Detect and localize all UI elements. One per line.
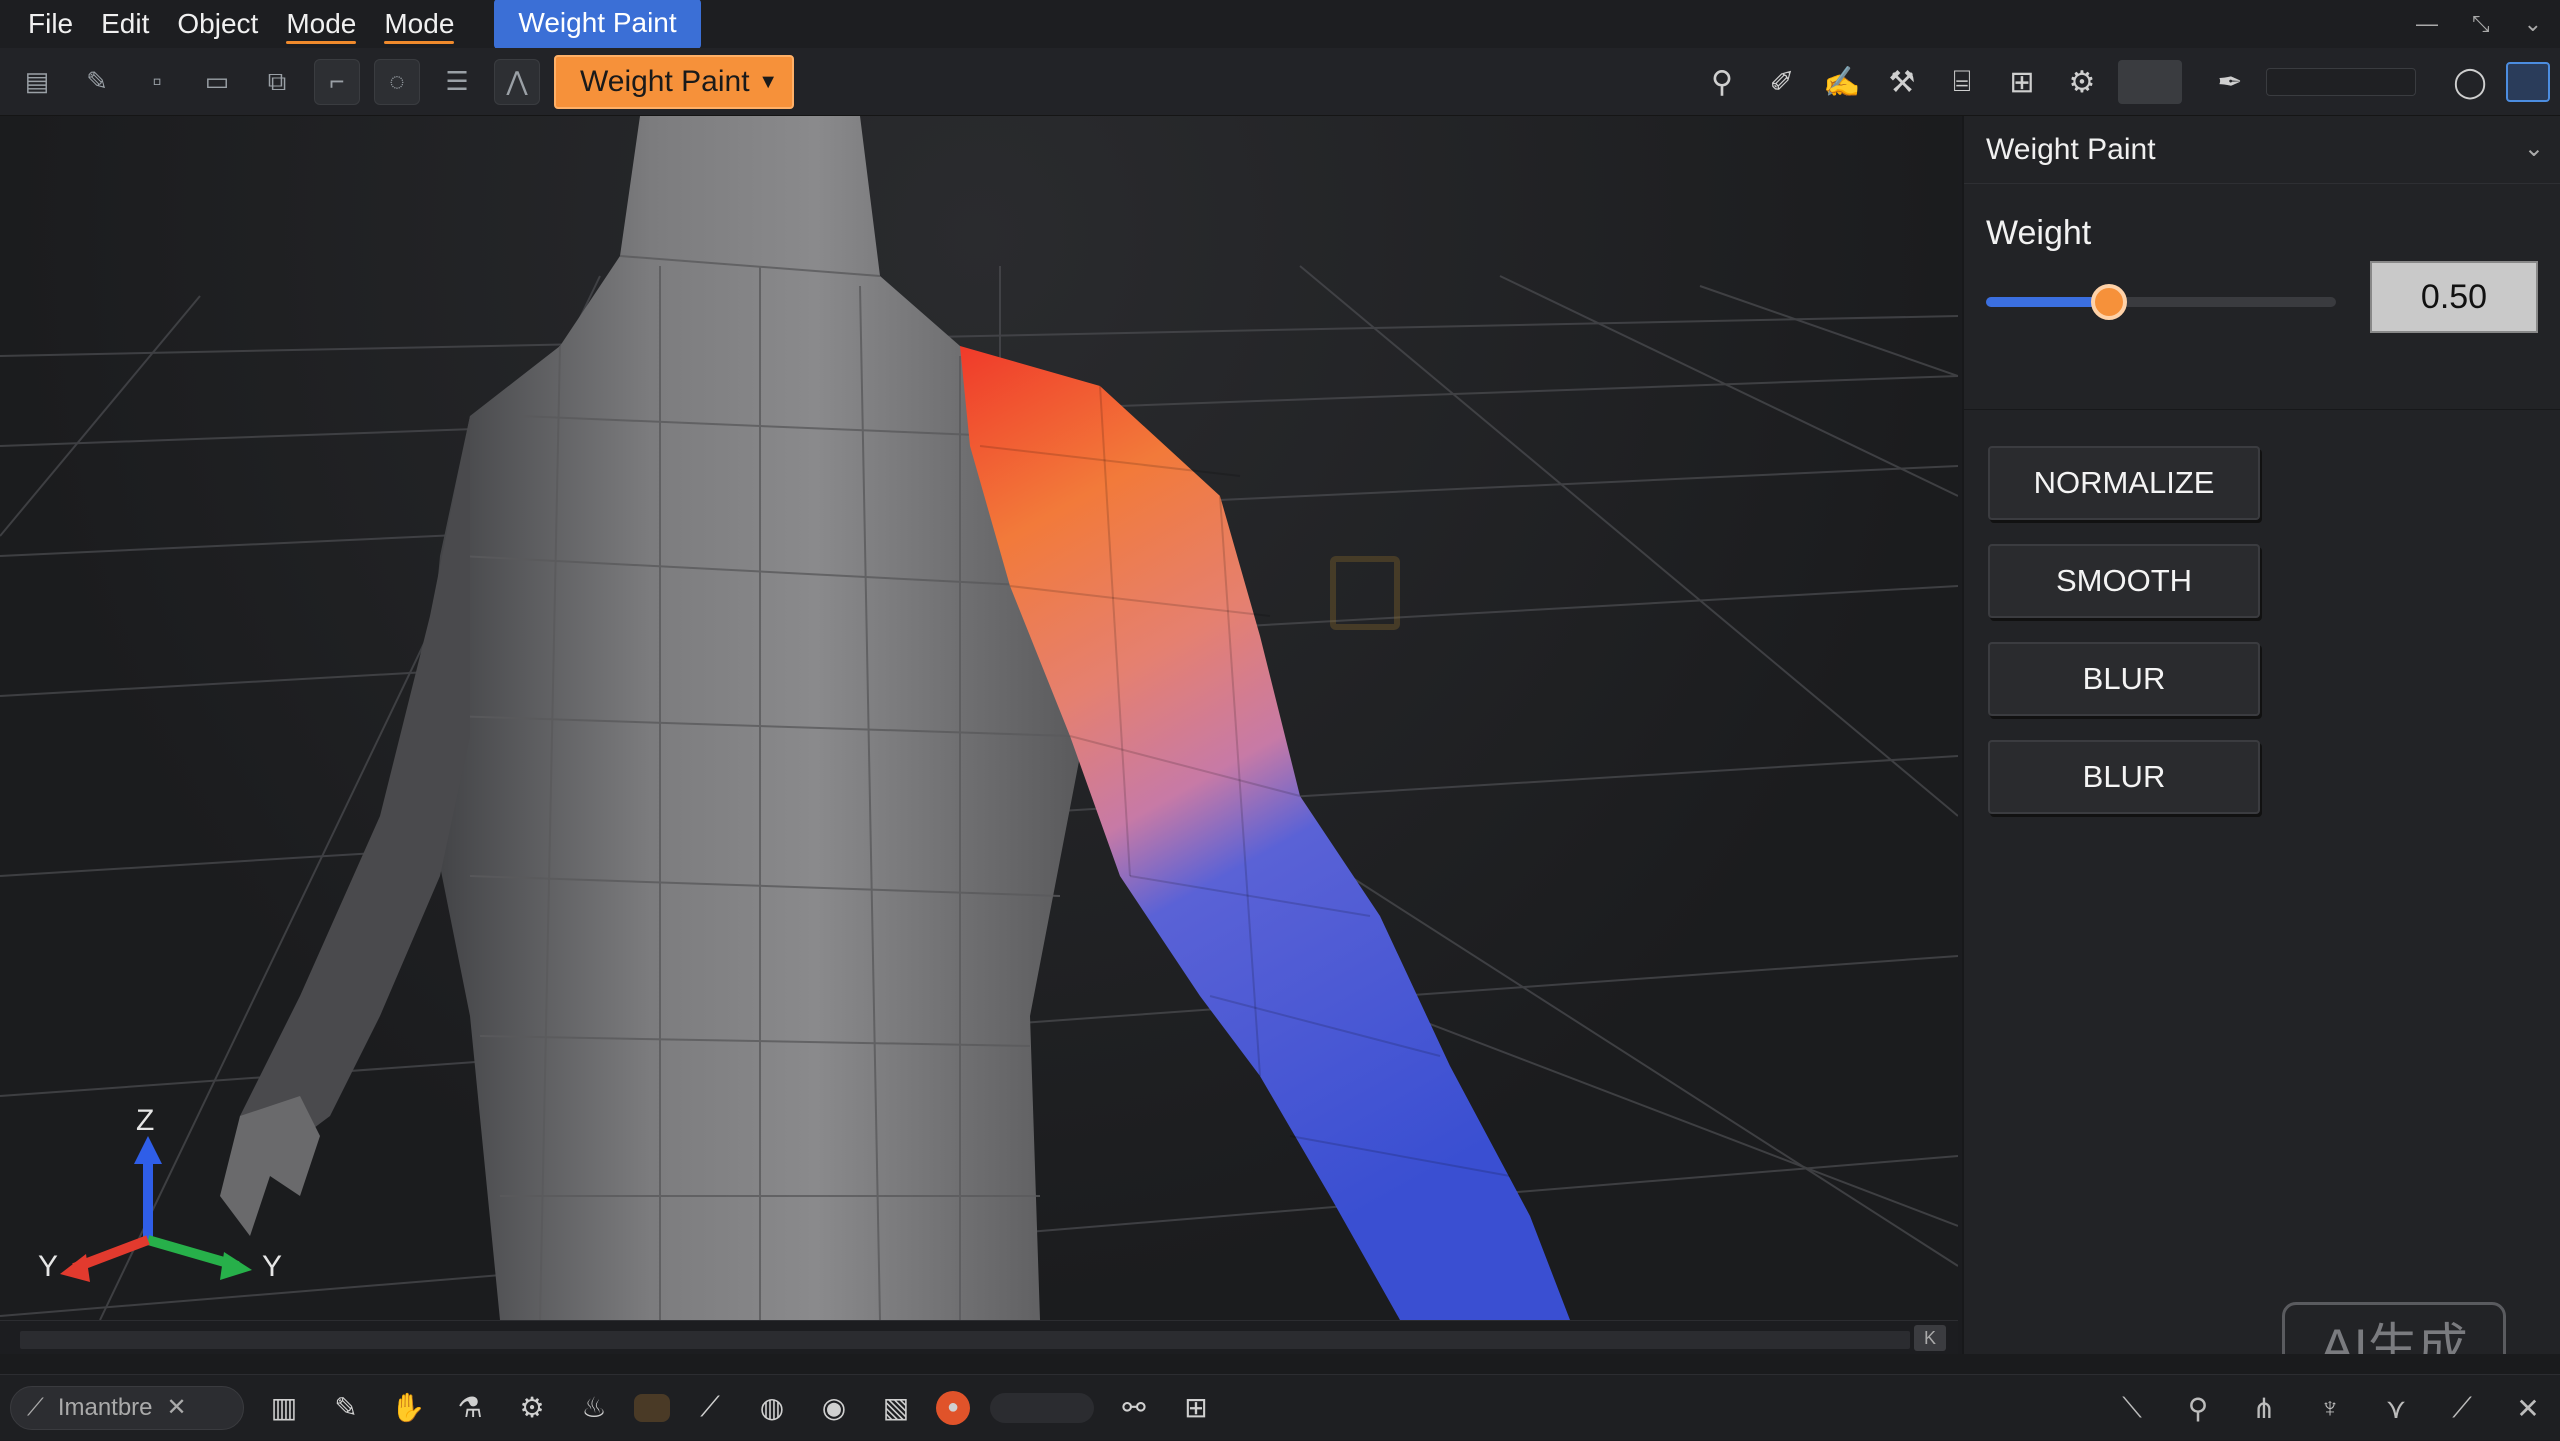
menu-mode-secondary[interactable]: Mode	[370, 0, 468, 48]
status-bar	[0, 1354, 2560, 1374]
cylinder-icon[interactable]: ⌸	[1938, 58, 1986, 106]
line-icon[interactable]: ⟋	[688, 1386, 732, 1430]
mode-select-label: Weight Paint	[580, 64, 750, 98]
grid-plus-icon[interactable]: ⊞	[1174, 1386, 1218, 1430]
axis-y-left-label: Y	[38, 1250, 59, 1283]
normalize-button[interactable]: NORMALIZE	[1988, 446, 2260, 520]
spray-icon[interactable]: ♨	[572, 1386, 616, 1430]
hammer-icon[interactable]: ⚒	[1878, 58, 1926, 106]
bottom-right-tools: ⟍ ⚲ ⋔ ♆ ⋎ ⟋ ✕	[2088, 1375, 2550, 1441]
bottom-toolbar: ⟋ Imantbre ✕ ▥ ✎ ✋ ⚗ ⚙ ♨ ⟋ ◍ ◉ ▧ ● ⚯ ⊞ ⟍…	[0, 1374, 2560, 1440]
panel-header: Weight Paint ⌄	[1964, 116, 2560, 184]
menu-file[interactable]: File	[14, 0, 87, 48]
viewport-scene	[0, 116, 1958, 1320]
magnify-icon[interactable]: ⚲	[2176, 1386, 2220, 1430]
chat-icon[interactable]: ◯	[2446, 58, 2494, 106]
material-swatch-icon[interactable]	[634, 1393, 670, 1422]
square-icon[interactable]: ▫	[134, 59, 180, 105]
axis-z-label: Z	[136, 1104, 155, 1137]
menu-mode[interactable]: Mode	[272, 0, 370, 48]
tool-d-icon[interactable]: ⋎	[2374, 1386, 2418, 1430]
close-icon-2[interactable]: ✕	[2506, 1386, 2550, 1430]
bottom-search[interactable]: ⟋ Imantbre ✕	[10, 1385, 244, 1430]
axis-gizmo	[60, 1136, 252, 1282]
tool-e-icon[interactable]: ⟋	[2440, 1386, 2484, 1430]
tool-b-icon[interactable]: ⋔	[2242, 1386, 2286, 1430]
link-icon[interactable]: ⚯	[1112, 1386, 1156, 1430]
pipette-icon[interactable]: ✎	[324, 1386, 368, 1430]
eye-icon[interactable]: ◉	[812, 1386, 856, 1430]
left-hand	[220, 1096, 320, 1236]
minimize-icon[interactable]: —	[2416, 11, 2438, 37]
lasso-icon[interactable]: ◌	[374, 58, 420, 105]
tool-c-icon[interactable]: ♆	[2308, 1386, 2352, 1430]
search-field[interactable]	[2266, 68, 2416, 96]
timeline-end-icon[interactable]: K	[1914, 1325, 1946, 1351]
info-pill[interactable]	[990, 1392, 1094, 1423]
edit-icon[interactable]: ✎	[74, 59, 120, 105]
flask-icon[interactable]: ⚗	[448, 1386, 492, 1430]
color-swatch[interactable]	[2118, 60, 2182, 104]
menu-object[interactable]: Object	[163, 0, 272, 48]
layout-icon[interactable]: ▤	[14, 59, 60, 105]
search-icon[interactable]: ⚲	[1698, 58, 1746, 106]
menu-edit[interactable]: Edit	[87, 0, 163, 48]
chevron-down-icon: ▼	[758, 70, 778, 93]
close-icon[interactable]: ✕	[167, 1393, 187, 1422]
copy-icon[interactable]: ⧉	[254, 59, 300, 105]
curve-icon[interactable]: ⌐	[314, 58, 360, 105]
right-toolbar: ⚲ ✐ ✍ ⚒ ⌸ ⊞ ⚙ ✒ ◯	[1698, 48, 2560, 116]
pen-icon[interactable]: ✒	[2206, 58, 2254, 106]
smooth-button[interactable]: SMOOTH	[1988, 544, 2260, 618]
paint-icon[interactable]: ✍	[1818, 58, 1866, 106]
panel-title: Weight Paint	[1986, 132, 2156, 166]
record-icon[interactable]: ●	[936, 1390, 970, 1425]
gear-icon[interactable]: ⚙	[2058, 58, 2106, 106]
collapse-icon[interactable]: ⌄	[2524, 134, 2544, 163]
weight-section: Weight 0.50	[1964, 184, 2560, 410]
watermark-logo	[1330, 556, 1400, 630]
weight-value-field[interactable]: 0.50	[2370, 261, 2538, 333]
tool-a-icon[interactable]: ⟍	[2110, 1386, 2154, 1430]
document-icon[interactable]: ▥	[262, 1386, 306, 1430]
panel-buttons: NORMALIZE SMOOTH BLUR BLUR	[1964, 410, 2560, 826]
timeline-scrubber[interactable]	[20, 1331, 1910, 1349]
tool-icon: ⟋	[27, 1393, 44, 1421]
cog-brush-icon[interactable]: ⚙	[510, 1386, 554, 1430]
menu-bar: File Edit Object Mode Mode Weight Paint …	[0, 0, 2560, 49]
timeline: K	[0, 1320, 1958, 1354]
weight-slider-thumb[interactable]	[2090, 284, 2127, 320]
weight-label: Weight	[1986, 214, 2092, 252]
globe-icon[interactable]: ◍	[750, 1386, 794, 1430]
brush-icon[interactable]: ✐	[1758, 58, 1806, 106]
toolbar: ▤ ✎ ▫ ▭ ⧉ ⌐ ◌ ☰ ⋀ Weight Paint ▼ ⚲ ✐ ✍ ⚒…	[0, 48, 2560, 116]
window-controls: — ⤡ ⌄	[2416, 0, 2542, 48]
hand-icon[interactable]: ✋	[386, 1386, 430, 1430]
bottom-search-text: Imantbre	[57, 1393, 153, 1421]
axis-y-right-label: Y	[262, 1250, 283, 1283]
sculpt-icon[interactable]: ⋀	[494, 58, 540, 105]
grid-icon[interactable]: ⊞	[1998, 58, 2046, 106]
menu-weight-paint[interactable]: Weight Paint	[494, 0, 701, 49]
3d-viewport[interactable]: Z Y Y	[0, 116, 1958, 1320]
frame-icon[interactable]: ▭	[194, 59, 240, 105]
watermark-icon	[1330, 556, 1400, 630]
left-arm	[240, 416, 470, 1176]
chevron-down-icon[interactable]: ⌄	[2524, 11, 2542, 37]
blur-button[interactable]: BLUR	[1988, 642, 2260, 716]
blur-button-2[interactable]: BLUR	[1988, 740, 2260, 814]
weight-slider-row: 0.50	[1986, 261, 2538, 341]
gallery-icon[interactable]: ▧	[874, 1386, 918, 1430]
weight-slider[interactable]	[1986, 284, 2336, 320]
mode-select[interactable]: Weight Paint ▼	[554, 54, 794, 109]
window-layout-icon[interactable]	[2506, 62, 2550, 102]
restore-icon[interactable]: ⤡	[2472, 11, 2490, 37]
properties-panel: Weight Paint ⌄ Weight 0.50 NORMALIZE SMO…	[1962, 116, 2560, 1376]
layers-icon[interactable]: ☰	[434, 59, 480, 105]
